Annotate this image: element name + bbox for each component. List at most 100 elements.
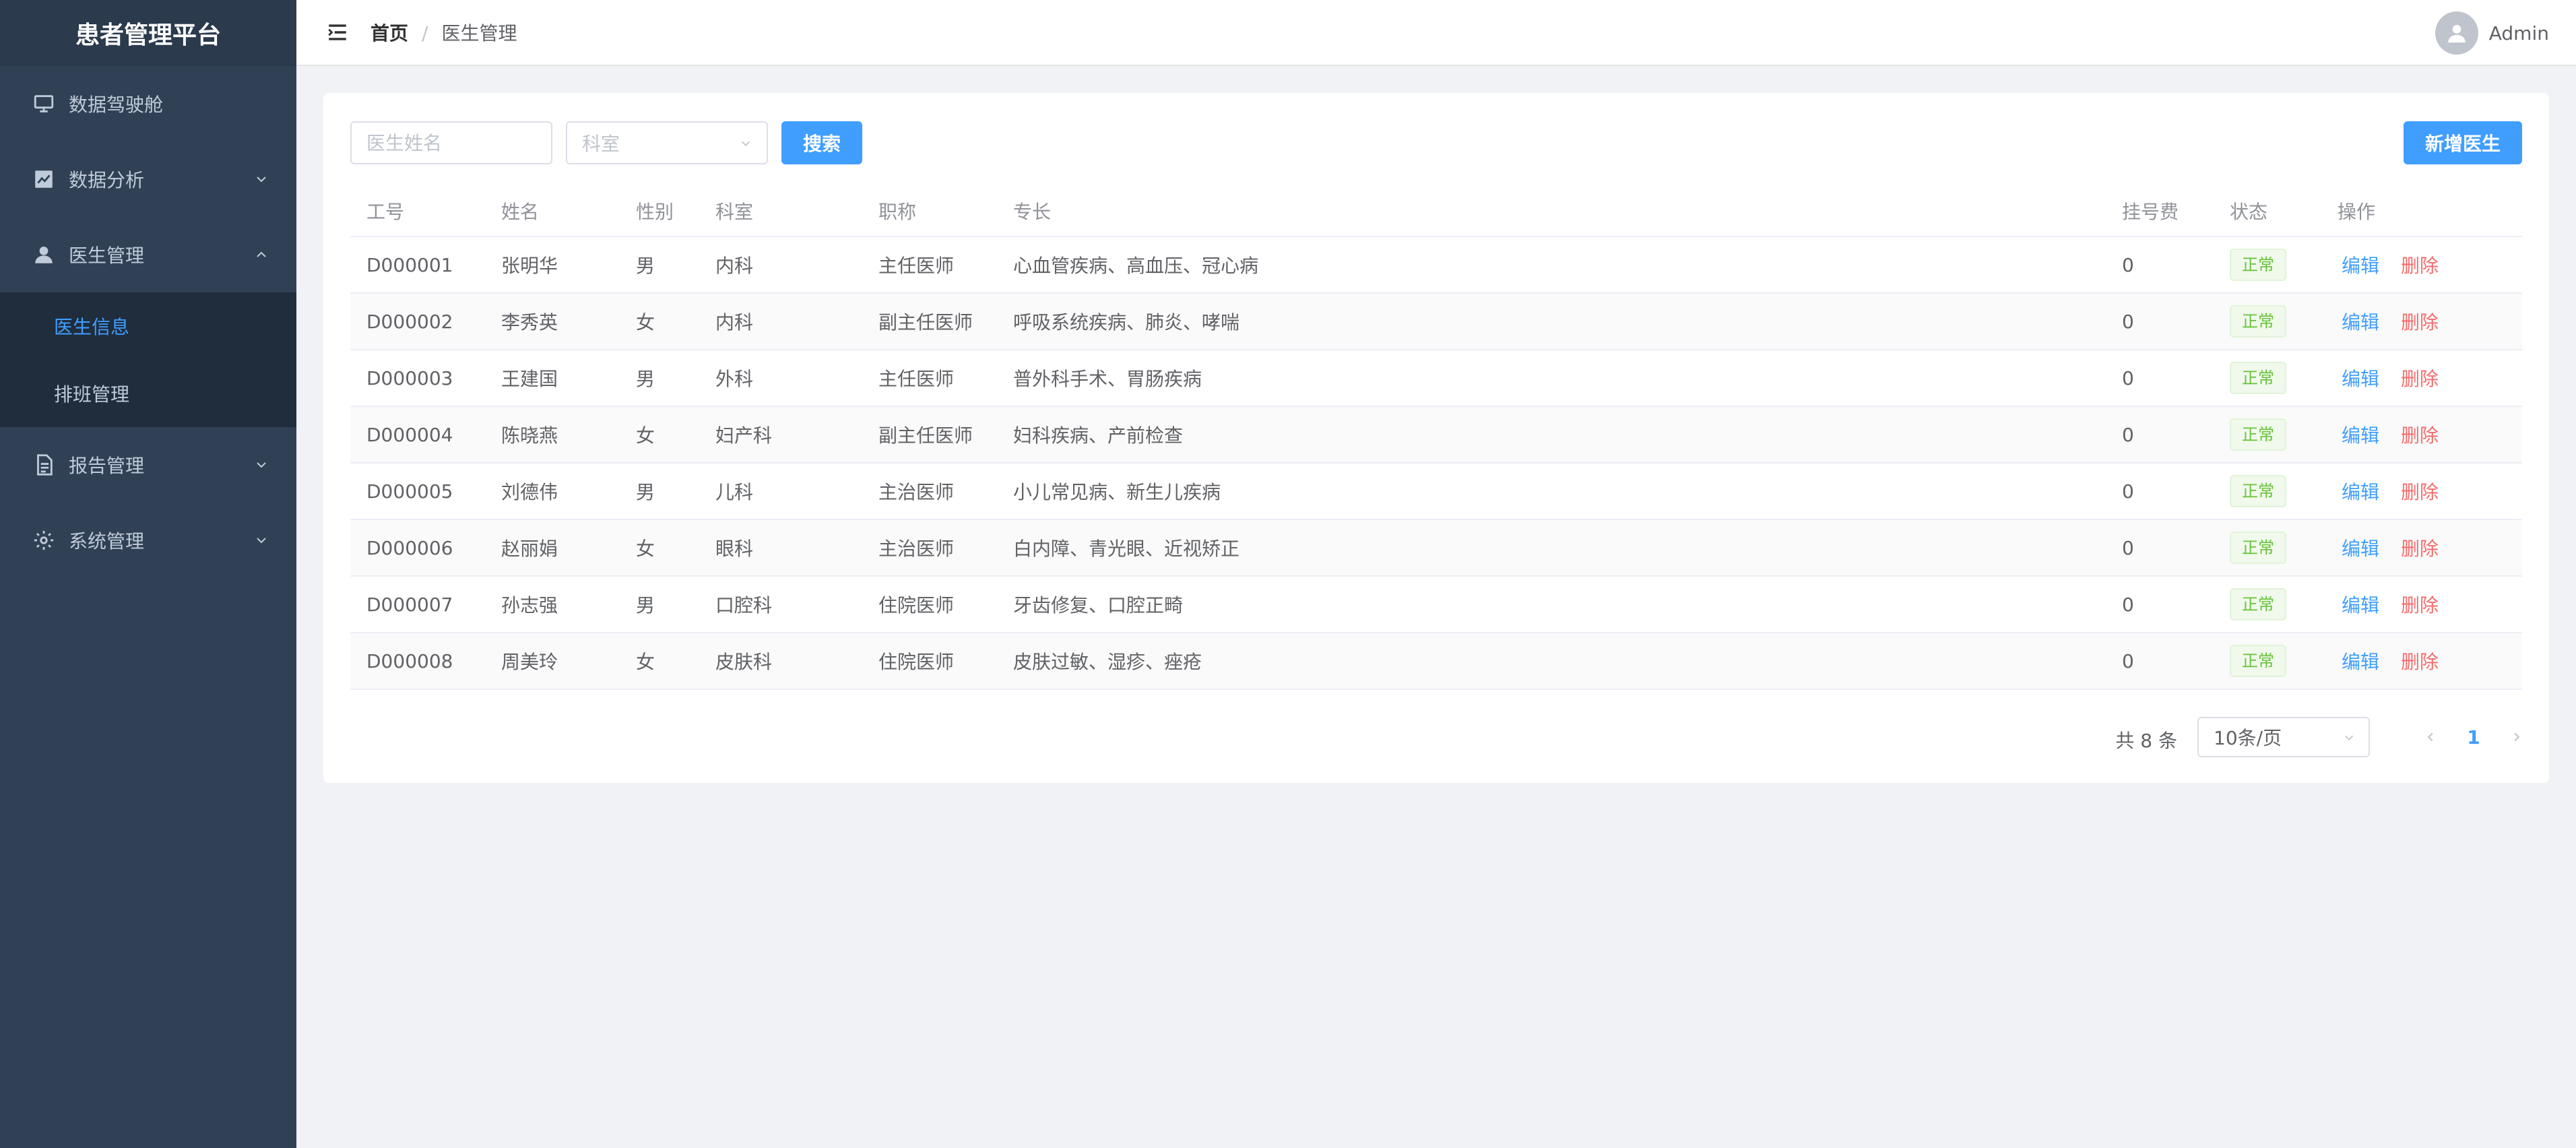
user-menu[interactable]: Admin: [2435, 0, 2549, 66]
chevron-down-icon: [2344, 735, 2354, 741]
cell-name: 陈晓燕: [501, 424, 558, 447]
cell-name: 赵丽娟: [501, 538, 558, 560]
cell-gender: 女: [636, 311, 655, 333]
chevron-down-icon: [257, 538, 266, 544]
cell-dept: 内科: [715, 255, 754, 277]
breadcrumb-home[interactable]: 首页: [371, 22, 408, 44]
cell-specialty: 心血管疾病、高血压、冠心病: [1013, 255, 1259, 277]
doctor-table: 工号 姓名 性别 科室 职称 专长 挂号费 状态 操作 D000001 张明华 …: [350, 186, 2522, 690]
sidebar-subitem-doctor-info[interactable]: 医生信息: [0, 292, 296, 360]
cell-fee: 0: [2122, 649, 2134, 672]
chevron-down-icon: [257, 177, 266, 183]
edit-button[interactable]: 编辑: [2342, 538, 2379, 560]
column-header: 姓名: [501, 201, 540, 223]
status-badge: 正常: [2230, 249, 2286, 281]
cell-specialty: 牙齿修复、口腔正畸: [1013, 594, 1184, 616]
cell-fee: 0: [2122, 253, 2134, 276]
delete-button[interactable]: 删除: [2401, 481, 2439, 503]
edit-button[interactable]: 编辑: [2342, 311, 2379, 333]
cell-id: D000007: [366, 593, 453, 616]
prev-page-button[interactable]: [2412, 717, 2449, 757]
edit-button[interactable]: 编辑: [2342, 651, 2379, 673]
sidebar-item-label: 报告管理: [69, 455, 145, 477]
add-doctor-button[interactable]: 新增医生: [2404, 121, 2522, 164]
user-avatar-icon: [2448, 24, 2466, 43]
user-name: Admin: [2488, 22, 2549, 44]
edit-button[interactable]: 编辑: [2342, 424, 2379, 447]
top-header: 首页 / 医生管理 Admin: [296, 0, 2576, 66]
cell-gender: 女: [636, 424, 655, 447]
table-row: D000003 王建国 男 外科 主任医师 普外科手术、胃肠疾病 0 正常 编辑…: [350, 350, 2522, 407]
sidebar: 患者管理平台 数据驾驶舱 数据分析 医生管理 医生信息 排班管理 报告管理 系统…: [0, 0, 296, 1148]
chevron-down-icon: [741, 141, 750, 147]
cell-title: 住院医师: [878, 594, 955, 616]
sidebar-item-data-analysis[interactable]: 数据分析: [0, 141, 296, 217]
monitor-icon: [34, 95, 54, 113]
delete-button[interactable]: 删除: [2401, 311, 2439, 333]
cell-status: 正常: [2214, 645, 2321, 677]
cell-actions: 编辑 删除: [2321, 364, 2522, 391]
table-row: D000001 张明华 男 内科 主任医师 心血管疾病、高血压、冠心病 0 正常…: [350, 237, 2522, 294]
delete-button[interactable]: 删除: [2401, 594, 2439, 616]
sidebar-subitem-schedule[interactable]: 排班管理: [0, 360, 296, 427]
status-badge: 正常: [2230, 362, 2286, 394]
user-icon: [35, 246, 53, 263]
delete-button[interactable]: 删除: [2401, 368, 2439, 390]
sidebar-item-label: 医生管理: [69, 245, 145, 267]
column-header: 工号: [366, 201, 405, 223]
status-badge: 正常: [2230, 305, 2286, 338]
cell-name: 孙志强: [501, 594, 558, 616]
cell-actions: 编辑 删除: [2321, 251, 2522, 278]
cell-status: 正常: [2214, 475, 2321, 507]
table-row: D000004 陈晓燕 女 妇产科 副主任医师 妇科疾病、产前检查 0 正常 编…: [350, 407, 2522, 464]
doctor-name-input[interactable]: [350, 121, 552, 164]
chevron-right-icon: [2514, 732, 2520, 742]
column-header: 状态: [2230, 201, 2268, 223]
cell-title: 主任医师: [878, 255, 955, 277]
sidebar-item-dashboard[interactable]: 数据驾驶舱: [0, 66, 296, 141]
page-size-select[interactable]: 10条/页: [2197, 717, 2370, 757]
chevron-down-icon: [257, 462, 266, 468]
cell-id: D000006: [366, 536, 453, 559]
cell-specialty: 白内障、青光眼、近视矫正: [1013, 538, 1240, 560]
cell-dept: 眼科: [715, 538, 754, 560]
delete-button[interactable]: 删除: [2401, 255, 2439, 277]
avatar[interactable]: [2435, 11, 2478, 55]
sidebar-item-report-management[interactable]: 报告管理: [0, 427, 296, 503]
search-button[interactable]: 搜索: [781, 121, 862, 164]
delete-button[interactable]: 删除: [2401, 651, 2439, 673]
status-badge: 正常: [2230, 645, 2286, 677]
breadcrumb-separator: /: [422, 22, 428, 44]
sidebar-item-system-management[interactable]: 系统管理: [0, 503, 296, 578]
delete-button[interactable]: 删除: [2401, 538, 2439, 560]
cell-fee: 0: [2122, 310, 2134, 333]
delete-button[interactable]: 删除: [2401, 424, 2439, 447]
menu-fold-icon[interactable]: [326, 21, 349, 44]
sidebar-item-label: 系统管理: [69, 530, 145, 552]
content-card: 科室 搜索 新增医生 工号 姓名 性别 科室 职称 专长 挂号费 状态 操作 D…: [323, 93, 2549, 783]
status-badge: 正常: [2230, 475, 2286, 507]
sidebar-item-doctor-management[interactable]: 医生管理: [0, 217, 296, 292]
chart-icon: [35, 170, 53, 188]
column-header: 专长: [1013, 201, 1052, 223]
cell-gender: 女: [636, 538, 655, 560]
cell-specialty: 妇科疾病、产前检查: [1013, 424, 1184, 447]
page-size-value: 10条/页: [2214, 727, 2282, 749]
edit-button[interactable]: 编辑: [2342, 368, 2379, 390]
page-number[interactable]: 1: [2455, 717, 2492, 757]
cell-status: 正常: [2214, 418, 2321, 451]
column-header: 性别: [636, 201, 674, 223]
table-header: 工号 姓名 性别 科室 职称 专长 挂号费 状态 操作: [350, 186, 2522, 237]
department-select[interactable]: 科室: [566, 121, 768, 164]
app-title: 患者管理平台: [0, 0, 296, 66]
cell-gender: 男: [636, 368, 655, 390]
table-row: D000002 李秀英 女 内科 副主任医师 呼吸系统疾病、肺炎、哮喘 0 正常…: [350, 294, 2522, 350]
cell-status: 正常: [2214, 305, 2321, 338]
gear-icon: [34, 530, 54, 550]
edit-button[interactable]: 编辑: [2342, 255, 2379, 277]
next-page-button[interactable]: [2498, 717, 2536, 757]
cell-id: D000001: [366, 253, 453, 276]
edit-button[interactable]: 编辑: [2342, 481, 2379, 503]
cell-actions: 编辑 删除: [2321, 308, 2522, 335]
edit-button[interactable]: 编辑: [2342, 594, 2379, 616]
